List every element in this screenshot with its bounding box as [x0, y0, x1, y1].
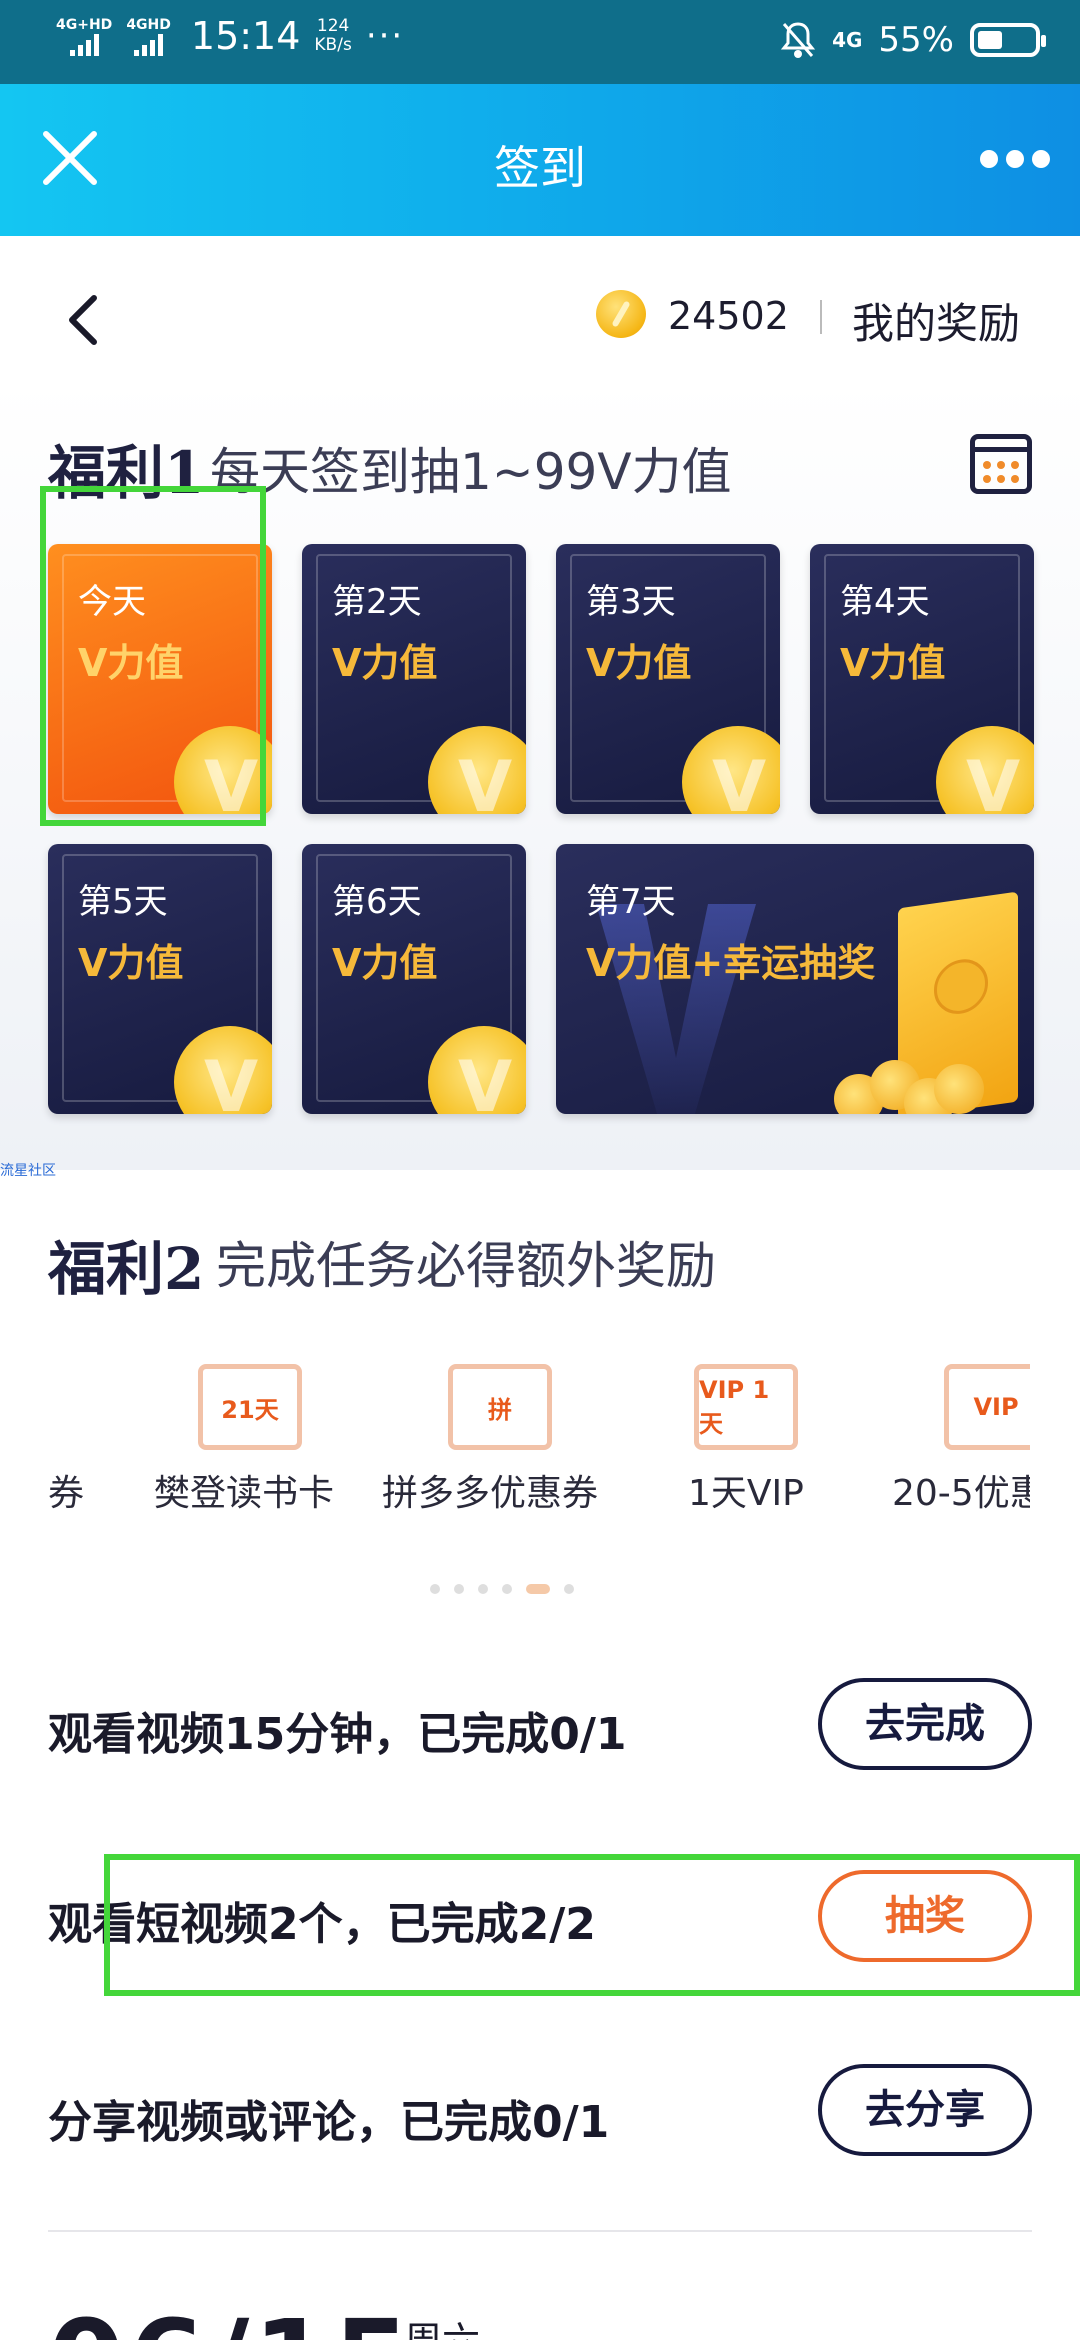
carousel-indicator: [430, 1584, 574, 1594]
go-complete-button[interactable]: 去完成: [818, 1678, 1032, 1770]
speed-unit: KB/s: [314, 35, 352, 55]
checkin-card-day6[interactable]: 第6天 V力值: [302, 844, 526, 1114]
checkin-card-today[interactable]: 今天 V力值: [48, 544, 272, 814]
task-text-watch-video: 观看视频15分钟，已完成0/1: [48, 1709, 627, 1760]
card-day-label: 第7天: [586, 882, 676, 922]
card-reward-label: V力值: [78, 941, 184, 985]
go-share-button[interactable]: 去分享: [818, 2064, 1032, 2156]
reward-icon-text: 拼: [488, 1395, 512, 1424]
task-text-share: 分享视频或评论，已完成0/1: [48, 2097, 610, 2148]
signal-bars-icon: [69, 34, 99, 56]
app-bar: 签到: [0, 84, 1080, 236]
checkin-card-day4[interactable]: 第4天 V力值: [810, 544, 1034, 814]
vip-ticket-icon: VIP 1天: [694, 1364, 798, 1450]
card-reward-label: V力值: [840, 641, 946, 685]
clock: 15:14: [190, 14, 301, 58]
card-day-label: 第3天: [586, 582, 676, 622]
back-arrow-icon[interactable]: [60, 290, 110, 350]
coupon-icon: 拼: [448, 1364, 552, 1450]
card-reward-label: V力值: [332, 941, 438, 985]
network-label-2: 4GHD: [126, 17, 171, 33]
welfare1-subtitle: 每天签到抽1~99V力值: [210, 443, 732, 501]
signal-1: 4G+HD: [56, 16, 112, 56]
checkin-card-day7[interactable]: 第7天 V力值+幸运抽奖: [556, 844, 1034, 1114]
my-rewards-link[interactable]: 我的奖励: [852, 290, 1020, 351]
reward-icon-text: VIP 1天: [699, 1375, 770, 1438]
task-text-short-video: 观看短视频2个，已完成2/2: [48, 1899, 596, 1950]
checkin-card-day5[interactable]: 第5天 V力值: [48, 844, 272, 1114]
welfare2-title: 福利2: [48, 1235, 205, 1303]
reward-carousel[interactable]: 券 21天 樊登读书卡 拼 拼多多优惠券 VIP 1天 1天VIP VIP 20…: [0, 1340, 1030, 1520]
checkin-card-day2[interactable]: 第2天 V力值: [302, 544, 526, 814]
reward-item-label: 樊登读书卡: [154, 1473, 335, 1514]
card-day-label: 第2天: [332, 582, 422, 622]
reward-item-label: 拼多多优惠券: [382, 1473, 599, 1514]
reward-item-label: 1天VIP: [688, 1473, 804, 1514]
status-left: 4G+HD 4GHD 15:14 124 KB/s ···: [56, 14, 404, 58]
reward-icon-text: 21天: [221, 1395, 279, 1424]
header-divider: [820, 300, 822, 334]
welfare2-subtitle: 完成任务必得额外奖励: [216, 1237, 716, 1295]
calendar-icon[interactable]: [970, 434, 1032, 494]
checkin-card-day3[interactable]: 第3天 V力值: [556, 544, 780, 814]
card-reward-label: V力值+幸运抽奖: [586, 941, 876, 985]
card-day-label: 第5天: [78, 882, 168, 922]
coin-pile-icon: [834, 1054, 984, 1114]
more-notifications-icon: ···: [365, 16, 405, 56]
date-number: 06/15: [48, 2296, 414, 2340]
card-day-label: 今天: [78, 582, 146, 622]
battery-icon: [970, 23, 1046, 57]
reward-icon-text: VIP: [973, 1393, 1019, 1421]
battery-percent: 55%: [878, 20, 954, 60]
card-day-label: 第4天: [840, 582, 930, 622]
network-label-3: 4G: [832, 28, 863, 52]
network-speed: 124 KB/s: [314, 17, 351, 55]
card-reward-label: V力值: [332, 641, 438, 685]
signal-bars-icon: [134, 34, 164, 56]
bell-off-icon: [780, 22, 816, 58]
watermark-text: 流星社区: [0, 1163, 56, 1179]
network-label-1: 4G+HD: [56, 17, 113, 33]
vip-coupon-icon: VIP: [944, 1364, 1030, 1450]
weekday-label: 周六: [404, 2310, 480, 2340]
status-right: 4G 55%: [780, 20, 1046, 60]
card-reward-label: V力值: [78, 641, 184, 685]
coin-icon: [596, 290, 646, 338]
status-bar: 4G+HD 4GHD 15:14 124 KB/s ··· 4G 55%: [0, 0, 1080, 84]
speed-value: 124: [316, 16, 350, 36]
reward-item-label: 20-5优惠: [892, 1473, 1030, 1514]
signal-2: 4GHD: [126, 16, 171, 56]
reward-item-label: 券: [48, 1473, 85, 1514]
page-title: 签到: [494, 141, 586, 195]
welfare1-title: 福利1: [48, 439, 205, 507]
card-day-label: 第6天: [332, 882, 422, 922]
card-reward-label: V力值: [586, 641, 692, 685]
section-divider: [48, 2230, 1032, 2232]
more-menu-icon[interactable]: [980, 144, 1050, 174]
book-card-icon: 21天: [198, 1364, 302, 1450]
lottery-button[interactable]: 抽奖: [818, 1870, 1032, 1962]
coin-balance: 24502: [668, 294, 789, 338]
